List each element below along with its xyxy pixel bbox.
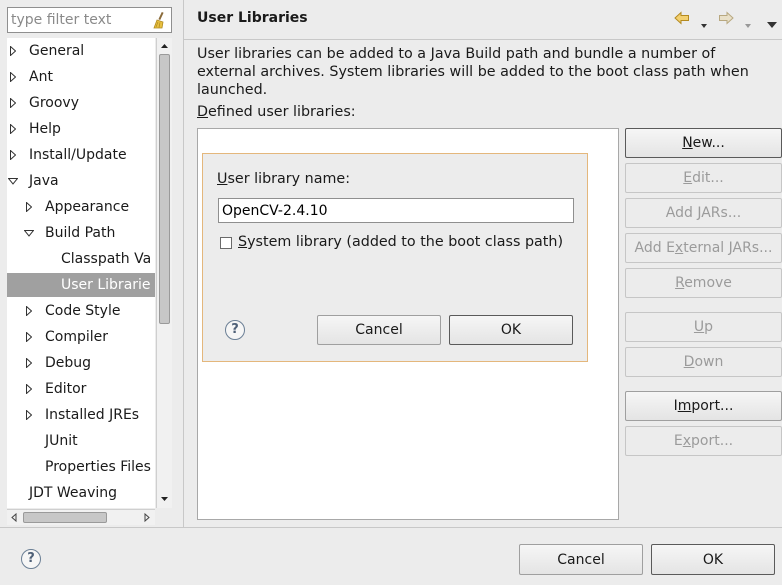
tree-item-user-libraries[interactable]: User Librarie xyxy=(7,273,155,297)
new-button[interactable]: New... xyxy=(625,128,782,158)
expand-arrow-icon[interactable] xyxy=(10,91,20,115)
import-button[interactable]: Import... xyxy=(625,391,782,421)
help-icon[interactable]: ? xyxy=(21,549,41,569)
tree-item-label: Groovy xyxy=(29,95,79,111)
scroll-up-icon[interactable] xyxy=(157,38,172,54)
remove-button[interactable]: Remove xyxy=(625,268,782,298)
tree-item-label: Java xyxy=(29,173,59,189)
tree-item-label: Installed JREs xyxy=(45,407,140,423)
tree-item-classpath-variables[interactable]: Classpath Va xyxy=(7,247,155,271)
cancel-button[interactable]: Cancel xyxy=(519,544,643,575)
tree-item-label: JDT Weaving xyxy=(29,485,118,501)
page-title: User Libraries xyxy=(197,10,308,26)
label-rest: efined user libraries: xyxy=(208,104,356,120)
tree-item-help[interactable]: Help xyxy=(7,117,155,141)
system-library-label[interactable]: System library (added to the boot class … xyxy=(238,234,563,250)
add-external-jars-button[interactable]: Add External JARs... xyxy=(625,233,782,263)
tree-item-java[interactable]: Java xyxy=(7,169,155,193)
tree-item-label: Properties Files xyxy=(45,459,151,475)
expand-arrow-icon[interactable] xyxy=(10,39,20,63)
new-user-library-dialog: User library name: System library (added… xyxy=(202,153,588,362)
forward-menu-chevron-icon[interactable] xyxy=(745,16,751,32)
tree-item-install-update[interactable]: Install/Update xyxy=(7,143,155,167)
back-menu-chevron-icon[interactable] xyxy=(701,16,707,32)
collapse-arrow-icon[interactable] xyxy=(8,169,18,193)
tree-item-label: Compiler xyxy=(45,329,109,345)
filter-field[interactable] xyxy=(7,7,172,33)
dialog-ok-button[interactable]: OK xyxy=(449,315,573,345)
panel-divider[interactable] xyxy=(183,0,184,527)
tree-item-label: Code Style xyxy=(45,303,121,319)
tree-item-label: General xyxy=(29,43,85,59)
expand-arrow-icon[interactable] xyxy=(26,403,36,427)
tree-item-label: User Librarie xyxy=(61,277,151,293)
tree-item-ant[interactable]: Ant xyxy=(7,65,155,89)
tree-item-jdt-weaving[interactable]: JDT Weaving xyxy=(7,481,155,505)
tree-item-label: Install/Update xyxy=(29,147,127,163)
expand-arrow-icon[interactable] xyxy=(10,65,20,89)
scroll-left-icon[interactable] xyxy=(7,510,22,525)
library-name-input[interactable] xyxy=(222,200,562,221)
expand-arrow-icon[interactable] xyxy=(26,377,36,401)
export-button[interactable]: Export... xyxy=(625,426,782,456)
tree-item-label: Editor xyxy=(45,381,87,397)
expand-arrow-icon[interactable] xyxy=(26,195,36,219)
vertical-scroll-thumb[interactable] xyxy=(159,54,170,324)
tree-item-general[interactable]: General xyxy=(7,39,155,63)
scroll-down-icon[interactable] xyxy=(157,491,172,507)
expand-arrow-icon[interactable] xyxy=(10,117,20,141)
back-arrow-icon[interactable] xyxy=(674,11,690,29)
down-button[interactable]: Down xyxy=(625,347,782,377)
tree-item-label: Ant xyxy=(29,69,53,85)
filter-input[interactable] xyxy=(11,9,151,31)
tree-item-compiler[interactable]: Compiler xyxy=(7,325,155,349)
expand-arrow-icon[interactable] xyxy=(26,325,36,349)
preference-tree[interactable]: General Ant Groovy Help Install/Update J… xyxy=(7,38,155,508)
tree-item-label: Build Path xyxy=(45,225,116,241)
library-name-field[interactable] xyxy=(218,198,574,223)
clear-filter-icon[interactable] xyxy=(151,11,167,29)
tree-item-label: Help xyxy=(29,121,61,137)
horizontal-scroll-thumb[interactable] xyxy=(23,512,107,523)
add-jars-button[interactable]: Add JARs... xyxy=(625,198,782,228)
tree-item-junit[interactable]: JUnit xyxy=(7,429,155,453)
tree-item-build-path[interactable]: Build Path xyxy=(7,221,155,245)
library-name-label: User library name: xyxy=(217,171,351,187)
tree-item-label: Classpath Va xyxy=(61,251,152,267)
defined-libraries-label: Defined user libraries: xyxy=(197,104,356,120)
edit-button[interactable]: Edit... xyxy=(625,163,782,193)
collapse-arrow-icon[interactable] xyxy=(24,221,34,245)
tree-vertical-scrollbar[interactable] xyxy=(156,38,172,508)
up-button[interactable]: Up xyxy=(625,312,782,342)
tree-item-label: Appearance xyxy=(45,199,130,215)
tree-item-editor[interactable]: Editor xyxy=(7,377,155,401)
tree-item-properties-files[interactable]: Properties Files xyxy=(7,455,155,479)
tree-horizontal-scrollbar[interactable] xyxy=(7,509,155,525)
tree-item-appearance[interactable]: Appearance xyxy=(7,195,155,219)
tree-item-label: JUnit xyxy=(45,433,78,449)
expand-arrow-icon[interactable] xyxy=(26,351,36,375)
tree-item-installed-jres[interactable]: Installed JREs xyxy=(7,403,155,427)
expand-arrow-icon[interactable] xyxy=(10,143,20,167)
expand-arrow-icon[interactable] xyxy=(26,299,36,323)
preferences-button-bar: ? Cancel OK xyxy=(0,527,782,585)
page-header: User Libraries xyxy=(184,0,782,40)
mnemonic-letter: D xyxy=(197,104,209,120)
dialog-cancel-button[interactable]: Cancel xyxy=(317,315,441,345)
view-menu-chevron-icon[interactable] xyxy=(767,16,777,32)
ok-button[interactable]: OK xyxy=(651,544,775,575)
scroll-right-icon[interactable] xyxy=(139,510,154,525)
tree-item-debug[interactable]: Debug xyxy=(7,351,155,375)
forward-arrow-icon[interactable] xyxy=(718,11,734,29)
page-description: User libraries can be added to a Java Bu… xyxy=(197,46,749,98)
system-library-checkbox[interactable] xyxy=(220,237,232,249)
help-icon[interactable]: ? xyxy=(225,320,245,340)
tree-item-label: Debug xyxy=(45,355,92,371)
tree-item-groovy[interactable]: Groovy xyxy=(7,91,155,115)
tree-item-code-style[interactable]: Code Style xyxy=(7,299,155,323)
